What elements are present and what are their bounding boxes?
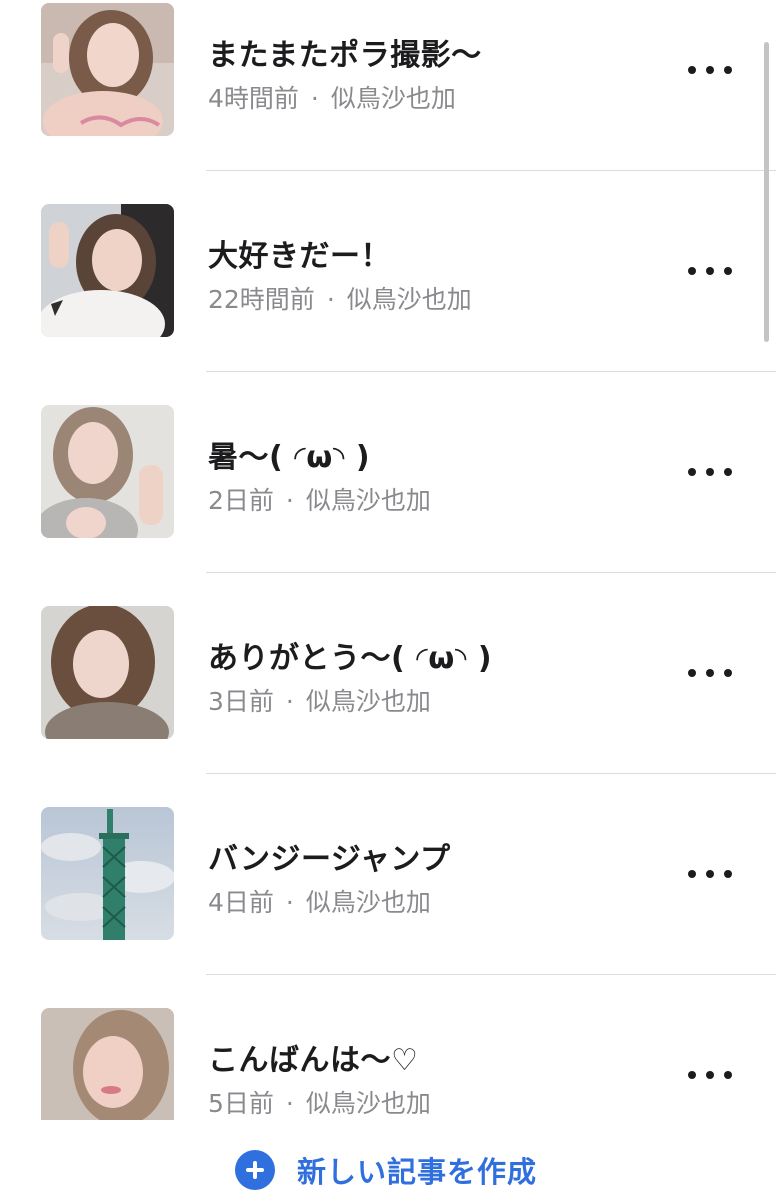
meta-separator: · (285, 888, 294, 917)
post-title[interactable]: 暑〜( ◜ω◝ ) (208, 432, 370, 476)
post-time: 5日前 (208, 1089, 274, 1118)
more-horizontal-icon[interactable] (688, 1065, 732, 1085)
post-title[interactable]: 大好きだー！ (208, 231, 391, 275)
post-title[interactable]: ありがとう〜( ◜ω◝ ) (208, 633, 492, 677)
post-author: 似鳥沙也加 (330, 84, 456, 113)
post-meta: 4時間前 · 似鳥沙也加 (208, 79, 456, 115)
post-title[interactable]: こんばんは〜♡ (208, 1035, 418, 1079)
post-time: 4日前 (208, 888, 274, 917)
selfie-photo-image (41, 1008, 174, 1120)
selfie-photo-image (41, 405, 174, 538)
post-thumbnail[interactable] (41, 807, 174, 940)
post-time: 22時間前 (208, 285, 315, 314)
meta-separator: · (285, 1089, 294, 1118)
scrollbar[interactable] (764, 42, 769, 342)
selfie-photo-image (41, 3, 174, 136)
post-meta: 3日前 · 似鳥沙也加 (208, 682, 431, 718)
post-list: またまたポラ撮影〜 4時間前 · 似鳥沙也加 大好きだー！ 22時間前 · 似鳥沙也加 (0, 0, 776, 1120)
post-thumbnail[interactable] (41, 3, 174, 136)
selfie-photo-image (41, 606, 174, 739)
more-horizontal-icon[interactable] (688, 60, 732, 80)
divider (206, 974, 776, 975)
divider (206, 371, 776, 372)
divider (206, 773, 776, 774)
post-author: 似鳥沙也加 (305, 888, 431, 917)
post-author: 似鳥沙也加 (305, 1089, 431, 1118)
post-author: 似鳥沙也加 (305, 687, 431, 716)
meta-separator: · (285, 687, 294, 716)
post-author: 似鳥沙也加 (346, 285, 472, 314)
selfie-photo-image (41, 204, 174, 337)
post-item[interactable]: こんばんは〜♡ 5日前 · 似鳥沙也加 (0, 1005, 776, 1120)
divider (206, 572, 776, 573)
post-time: 4時間前 (208, 84, 299, 113)
post-author: 似鳥沙也加 (305, 486, 431, 515)
post-thumbnail[interactable] (41, 204, 174, 337)
post-thumbnail[interactable] (41, 1008, 174, 1120)
plus-circle-icon (235, 1150, 275, 1190)
more-horizontal-icon[interactable] (688, 864, 732, 884)
post-meta: 22時間前 · 似鳥沙也加 (208, 280, 472, 316)
create-post-label: 新しい記事を作成 (297, 1155, 538, 1189)
post-thumbnail[interactable] (41, 606, 174, 739)
post-meta: 2日前 · 似鳥沙也加 (208, 481, 431, 517)
post-time: 2日前 (208, 486, 274, 515)
more-horizontal-icon[interactable] (688, 261, 732, 281)
post-thumbnail[interactable] (41, 405, 174, 538)
more-horizontal-icon[interactable] (688, 663, 732, 683)
post-title[interactable]: またまたポラ撮影〜 (208, 30, 482, 74)
more-horizontal-icon[interactable] (688, 462, 732, 482)
meta-separator: · (285, 486, 294, 515)
create-post-button[interactable]: 新しい記事を作成 (235, 1149, 537, 1191)
post-title[interactable]: バンジージャンプ (208, 834, 451, 878)
post-meta: 4日前 · 似鳥沙也加 (208, 883, 431, 919)
meta-separator: · (326, 285, 335, 314)
divider (206, 170, 776, 171)
post-meta: 5日前 · 似鳥沙也加 (208, 1084, 431, 1120)
meta-separator: · (310, 84, 319, 113)
post-time: 3日前 (208, 687, 274, 716)
tower-photo-image (41, 807, 174, 940)
